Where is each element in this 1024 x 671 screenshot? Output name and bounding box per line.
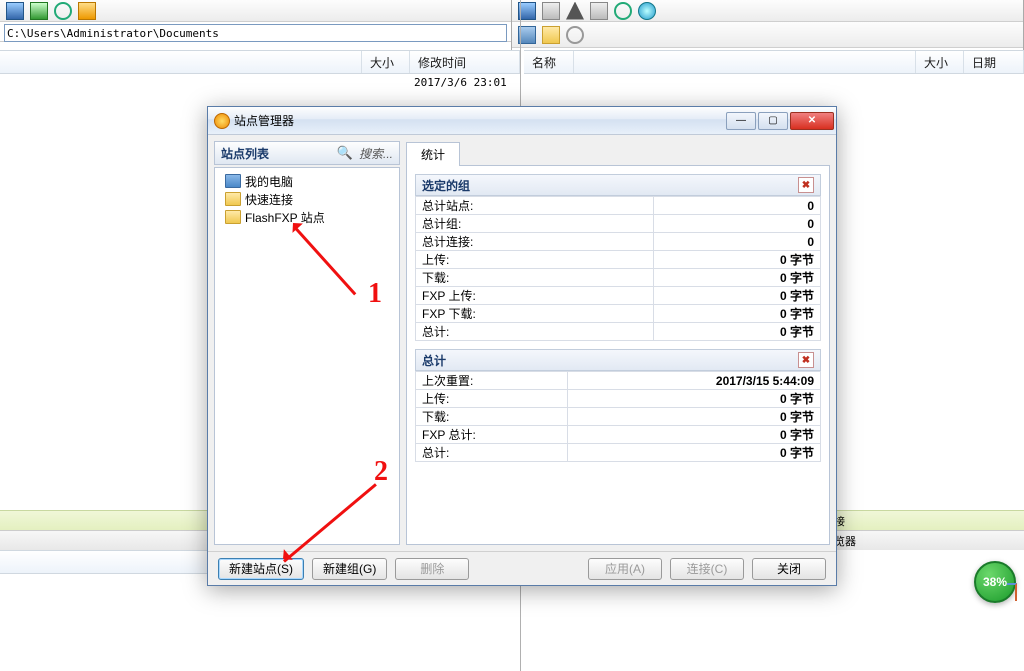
annotation-number-1: 1: [368, 280, 382, 308]
stat-row: 下载:0 字节: [416, 408, 821, 426]
back-icon[interactable]: [566, 26, 584, 44]
local-list-header: 大小 修改时间: [0, 50, 520, 74]
stat-value: 0: [653, 197, 820, 215]
stat-row: 总计组:0: [416, 215, 821, 233]
minimize-button[interactable]: —: [726, 112, 756, 130]
stat-row: 下载:0 字节: [416, 269, 821, 287]
stat-value: 0 字节: [653, 323, 820, 341]
tab-stats[interactable]: 统计: [406, 142, 460, 166]
remote-list-header: 名称 大小 日期: [524, 50, 1024, 74]
col-mtime[interactable]: 修改时间: [410, 51, 520, 73]
globe-icon[interactable]: [638, 2, 656, 20]
stat-value: 0 字节: [568, 444, 821, 462]
stat-key: FXP 总计:: [416, 426, 568, 444]
stat-key: FXP 上传:: [416, 287, 654, 305]
clear-selected-icon[interactable]: ✖: [798, 177, 814, 193]
progress-badge: 38%: [974, 561, 1016, 603]
stat-key: 上传:: [416, 390, 568, 408]
stat-value: 0 字节: [653, 269, 820, 287]
search-icon[interactable]: 🔍: [337, 145, 353, 161]
clear-total-icon[interactable]: ✖: [798, 352, 814, 368]
apply-button[interactable]: 应用(A): [588, 558, 662, 580]
stat-key: 总计组:: [416, 215, 654, 233]
site-manager-dialog: 站点管理器 — ▢ ✕ 站点列表 🔍 搜索... 我的电脑快速连接FlashFX…: [207, 106, 837, 586]
stat-row: 上次重置:2017/3/15 5:44:09: [416, 372, 821, 390]
site-list-header: 站点列表 🔍 搜索...: [214, 141, 400, 165]
close-button[interactable]: ✕: [790, 112, 834, 130]
remote-toolbar: [512, 0, 1023, 22]
toolbar-icon[interactable]: [590, 2, 608, 20]
col-name[interactable]: 名称: [524, 51, 574, 73]
maximize-button[interactable]: ▢: [758, 112, 788, 130]
search-placeholder[interactable]: 搜索...: [359, 145, 393, 162]
computer-icon: [225, 174, 241, 188]
stat-value: 0 字节: [653, 287, 820, 305]
stat-row: 总计站点:0: [416, 197, 821, 215]
stats-selected-table: 总计站点:0总计组:0总计连接:0上传:0 字节下载:0 字节FXP 上传:0 …: [415, 196, 821, 341]
group-selected-header: 选定的组 ✖: [415, 174, 821, 196]
tree-item[interactable]: 快速连接: [217, 190, 397, 208]
stat-key: 总计:: [416, 323, 654, 341]
new-group-button[interactable]: 新建组(G): [312, 558, 387, 580]
local-toolbar: [0, 0, 511, 22]
col-size[interactable]: 大小: [362, 51, 410, 73]
tree-item-label: 我的电脑: [245, 173, 293, 190]
remote-subtoolbar: [512, 22, 1023, 48]
stat-key: FXP 下载:: [416, 305, 654, 323]
tree-item[interactable]: FlashFXP 站点: [217, 208, 397, 226]
stat-key: 总计站点:: [416, 197, 654, 215]
stat-value: 0 字节: [568, 408, 821, 426]
abort-icon[interactable]: [566, 2, 584, 20]
stats-total-table: 上次重置:2017/3/15 5:44:09上传:0 字节下载:0 字节FXP …: [415, 371, 821, 462]
stat-key: 总计:: [416, 444, 568, 462]
group-total-header: 总计 ✖: [415, 349, 821, 371]
dialog-button-bar: 新建站点(S) 新建组(G) 删除 应用(A) 连接(C) 关闭: [208, 551, 836, 585]
site-list-title: 站点列表: [221, 145, 269, 162]
stat-value: 0 字节: [653, 305, 820, 323]
refresh-icon[interactable]: [54, 2, 72, 20]
stat-value: 0 字节: [568, 426, 821, 444]
connect-button[interactable]: 连接(C): [670, 558, 744, 580]
dialog-titlebar[interactable]: 站点管理器 — ▢ ✕: [208, 107, 836, 135]
remote-status: 接 览器: [830, 510, 1024, 550]
stat-row: 总计:0 字节: [416, 323, 821, 341]
stat-value: 0 字节: [653, 251, 820, 269]
disconnect-icon[interactable]: [542, 2, 560, 20]
stat-key: 总计连接:: [416, 233, 654, 251]
stat-row: FXP 上传:0 字节: [416, 287, 821, 305]
stat-row: FXP 总计:0 字节: [416, 426, 821, 444]
folder-icon: [225, 192, 241, 206]
stat-key: 上传:: [416, 251, 654, 269]
tree-item[interactable]: 我的电脑: [217, 172, 397, 190]
stat-key: 下载:: [416, 269, 654, 287]
close-dialog-button[interactable]: 关闭: [752, 558, 826, 580]
toolbar-icon[interactable]: [6, 2, 24, 20]
stat-row: 上传:0 字节: [416, 390, 821, 408]
stat-key: 下载:: [416, 408, 568, 426]
stat-value: 0: [653, 215, 820, 233]
path-input[interactable]: [4, 24, 507, 42]
toolbar-icon[interactable]: [30, 2, 48, 20]
delete-button[interactable]: 删除: [395, 558, 469, 580]
stat-value: 2017/3/15 5:44:09: [568, 372, 821, 390]
stat-row: 上传:0 字节: [416, 251, 821, 269]
col-size[interactable]: 大小: [916, 51, 964, 73]
refresh-icon[interactable]: [614, 2, 632, 20]
col-date[interactable]: 日期: [964, 51, 1024, 73]
stat-row: FXP 下载:0 字节: [416, 305, 821, 323]
stats-panel: 选定的组 ✖ 总计站点:0总计组:0总计连接:0上传:0 字节下载:0 字节FX…: [406, 165, 830, 545]
stat-row: 总计连接:0: [416, 233, 821, 251]
site-manager-icon: [214, 113, 230, 129]
stat-row: 总计:0 字节: [416, 444, 821, 462]
stat-value: 0 字节: [568, 390, 821, 408]
annotation-number-2: 2: [374, 458, 388, 486]
stat-key: 上次重置:: [416, 372, 568, 390]
tree-item-label: 快速连接: [245, 191, 293, 208]
tab-strip: 统计: [406, 141, 830, 165]
stat-value: 0: [653, 233, 820, 251]
folder-icon: [225, 210, 241, 224]
dialog-title-text: 站点管理器: [234, 112, 294, 129]
history-icon[interactable]: [542, 26, 560, 44]
toolbar-icon[interactable]: [78, 2, 96, 20]
